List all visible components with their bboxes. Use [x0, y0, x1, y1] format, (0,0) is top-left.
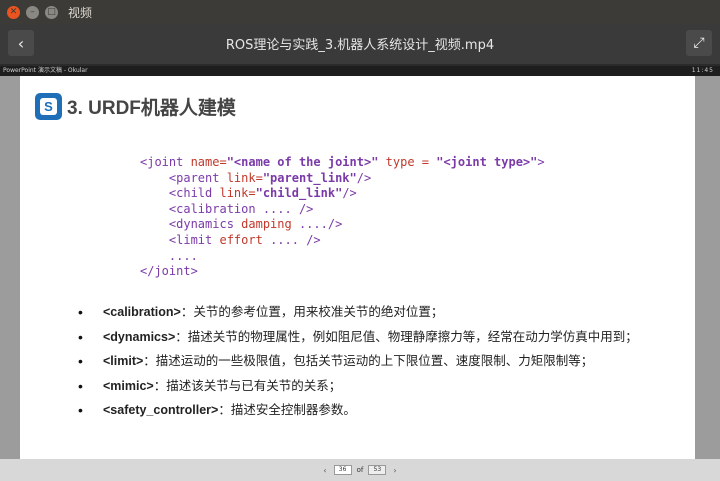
next-page-button[interactable]: › — [389, 466, 400, 475]
close-window-button[interactable]: ✕ — [7, 5, 20, 19]
list-item: <mimic>：描述该关节与已有关节的关系； — [78, 374, 638, 399]
code-token: .... — [140, 248, 198, 263]
code-token: .... /> — [262, 232, 321, 247]
bullet-term: <mimic> — [103, 378, 154, 393]
code-token: "child_link" — [255, 186, 343, 201]
page-navigation-bar: ‹ 36 of 53 › — [0, 459, 720, 481]
code-token: "parent_link" — [262, 170, 357, 185]
ros-logo-icon: S — [35, 93, 62, 120]
bullet-list: <calibration>：关节的参考位置，用来校准关节的绝对位置； <dyna… — [78, 300, 638, 423]
bullet-term: <dynamics> — [103, 329, 176, 344]
code-token: <dynamics — [140, 217, 242, 232]
code-token: /> — [356, 170, 372, 185]
code-token: "<joint type>" — [436, 155, 538, 169]
list-item: <limit>：描述运动的一些极限值，包括关节运动的上下限位置、速度限制、力矩限… — [78, 349, 638, 374]
slide-viewport[interactable]: S 3. URDF机器人建模 <joint name="<name of the… — [0, 76, 720, 459]
code-token: effort — [219, 232, 263, 247]
code-token: > — [537, 155, 545, 169]
slide-title: 3. URDF机器人建模 — [67, 98, 236, 119]
code-token: link= — [226, 170, 263, 185]
window-titlebar: ✕ – □ 视频 — [0, 0, 720, 24]
code-token: <joint — [140, 155, 191, 169]
page-total: 53 — [368, 465, 387, 475]
code-token: <parent — [140, 170, 227, 185]
fullscreen-button[interactable]: ⤢ — [686, 30, 712, 56]
page-of-label: of — [356, 466, 364, 474]
window-title: 视频 — [68, 5, 93, 20]
bullet-term: <calibration> — [103, 305, 181, 319]
list-item: <safety_controller>：描述安全控制器参数。 — [78, 398, 638, 423]
code-block: <joint name="<name of the joint>" type =… — [140, 155, 545, 280]
code-token: <calibration .... /> — [140, 201, 314, 216]
bullet-term: <limit> — [103, 354, 144, 368]
code-token: <limit — [140, 232, 220, 247]
minimize-window-button[interactable]: – — [26, 5, 39, 19]
bullet-desc: ：描述关节的物理属性，例如阻尼值、物理静摩擦力等，经常在动力学仿真中用到； — [175, 329, 638, 344]
previous-page-button[interactable]: ‹ — [319, 466, 330, 475]
code-token: /> — [342, 186, 357, 201]
page-number-input[interactable]: 36 — [333, 465, 352, 475]
code-token: <child — [140, 186, 220, 201]
slide: S 3. URDF机器人建模 <joint name="<name of the… — [20, 76, 695, 459]
bullet-desc: ：描述安全控制器参数。 — [218, 403, 356, 417]
code-token: name= — [190, 155, 227, 169]
list-item: <dynamics>：描述关节的物理属性，例如阻尼值、物理静摩擦力等，经常在动力… — [78, 325, 638, 350]
bullet-desc: ：描述运动的一些极限值，包括关节运动的上下限位置、速度限制、力矩限制等； — [143, 354, 594, 368]
list-item: <calibration>：关节的参考位置，用来校准关节的绝对位置； — [78, 300, 638, 325]
bullet-desc: ：描述该关节与已有关节的关系； — [153, 378, 342, 393]
bullet-desc: ：关节的参考位置，用来校准关节的绝对位置； — [180, 305, 444, 319]
inner-clock: 11:45 — [691, 67, 714, 74]
video-header: ‹ ROS理论与实践_3.机器人系统设计_视频.mp4 ⤢ — [0, 24, 720, 64]
code-token: link= — [219, 186, 256, 201]
maximize-window-button[interactable]: □ — [45, 5, 58, 19]
code-token: "<name of the joint>" — [226, 155, 379, 169]
inner-desktop-panel: PowerPoint 演示文稿 - Okular 11:45 — [0, 66, 720, 76]
inner-window-title: PowerPoint 演示文稿 - Okular — [3, 67, 88, 74]
code-token: damping — [241, 217, 292, 232]
fullscreen-icon: ⤢ — [693, 35, 705, 51]
video-title: ROS理论与实践_3.机器人系统设计_视频.mp4 — [225, 38, 495, 53]
code-token: ..../> — [291, 217, 343, 232]
code-token: </joint> — [140, 264, 198, 279]
bullet-term: <safety_controller> — [103, 403, 219, 417]
code-token: type = — [378, 155, 437, 169]
